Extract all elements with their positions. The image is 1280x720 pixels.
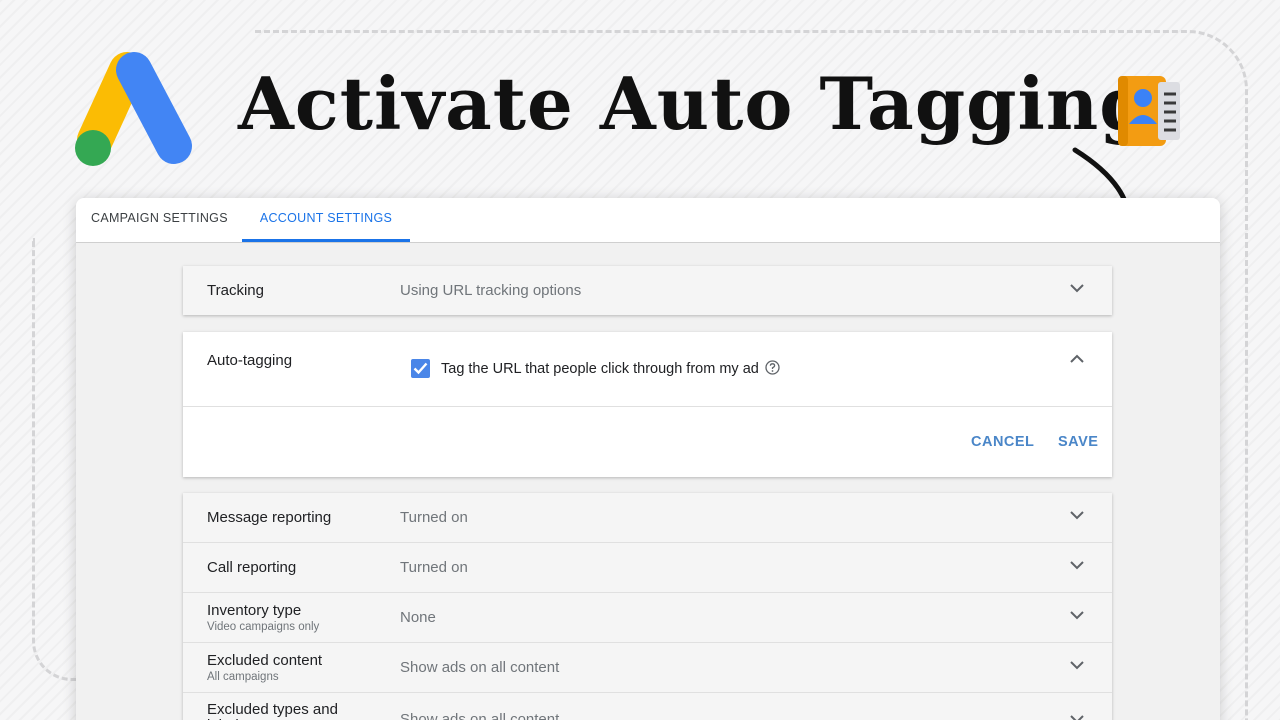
account-settings-list: Message reporting Turned on Call reporti… — [183, 493, 1112, 720]
setting-label: Call reporting — [207, 559, 297, 576]
help-circle-icon[interactable] — [765, 360, 780, 375]
chevron-down-icon[interactable] — [1070, 611, 1084, 620]
settings-panel: CAMPAIGN SETTINGS ACCOUNT SETTINGS Track… — [76, 198, 1220, 720]
setting-value: Show ads on all content — [400, 659, 560, 676]
auto-tagging-label: Auto-tagging — [207, 352, 293, 369]
setting-label: Message reporting — [207, 509, 332, 526]
divider — [183, 406, 1112, 407]
auto-tagging-checkbox[interactable] — [411, 359, 430, 378]
chevron-down-icon[interactable] — [1070, 661, 1084, 670]
chevron-down-icon[interactable] — [1070, 284, 1084, 293]
save-button[interactable]: SAVE — [1058, 434, 1098, 450]
setting-label: Inventory type — [207, 602, 302, 619]
google-ads-logo-icon — [75, 52, 192, 166]
chevron-down-icon[interactable] — [1070, 511, 1084, 520]
setting-label: Excluded types and labels — [207, 701, 338, 720]
tracking-value: Using URL tracking options — [400, 282, 582, 299]
cancel-button[interactable]: CANCEL — [971, 434, 1034, 450]
tracking-label: Tracking — [207, 282, 264, 299]
chevron-down-icon[interactable] — [1070, 715, 1084, 720]
setting-sublabel: All campaigns — [207, 671, 279, 683]
tracking-card: Tracking Using URL tracking options — [183, 266, 1112, 315]
auto-tagging-card: Auto-tagging Tag the URL that people cli… — [183, 332, 1112, 477]
setting-value: None — [400, 609, 436, 626]
setting-row-excluded-types[interactable]: Excluded types and labels Show ads on al… — [183, 693, 1112, 720]
setting-value: Show ads on all content — [400, 711, 560, 720]
setting-sublabel: Video campaigns only — [207, 621, 320, 633]
tab-bar: CAMPAIGN SETTINGS ACCOUNT SETTINGS — [76, 198, 1220, 243]
tab-campaign-settings[interactable]: CAMPAIGN SETTINGS — [91, 198, 228, 242]
checkmark-icon — [413, 362, 428, 375]
setting-row-excluded-content[interactable]: Excluded content All campaigns Show ads … — [183, 643, 1112, 693]
chevron-up-icon[interactable] — [1070, 354, 1084, 363]
setting-row-message-reporting[interactable]: Message reporting Turned on — [183, 493, 1112, 543]
tracking-row[interactable]: Tracking Using URL tracking options — [183, 266, 1112, 315]
setting-value: Turned on — [400, 509, 468, 526]
tab-account-settings[interactable]: ACCOUNT SETTINGS — [242, 198, 410, 242]
setting-row-inventory-type[interactable]: Inventory type Video campaigns only None — [183, 593, 1112, 643]
chevron-down-icon[interactable] — [1070, 561, 1084, 570]
auto-tagging-checkbox-label[interactable]: Tag the URL that people click through fr… — [441, 361, 759, 377]
setting-row-call-reporting[interactable]: Call reporting Turned on — [183, 543, 1112, 593]
setting-label: Excluded content — [207, 652, 323, 669]
setting-value: Turned on — [400, 559, 468, 576]
page-title: Activate Auto Tagging — [238, 61, 1151, 146]
